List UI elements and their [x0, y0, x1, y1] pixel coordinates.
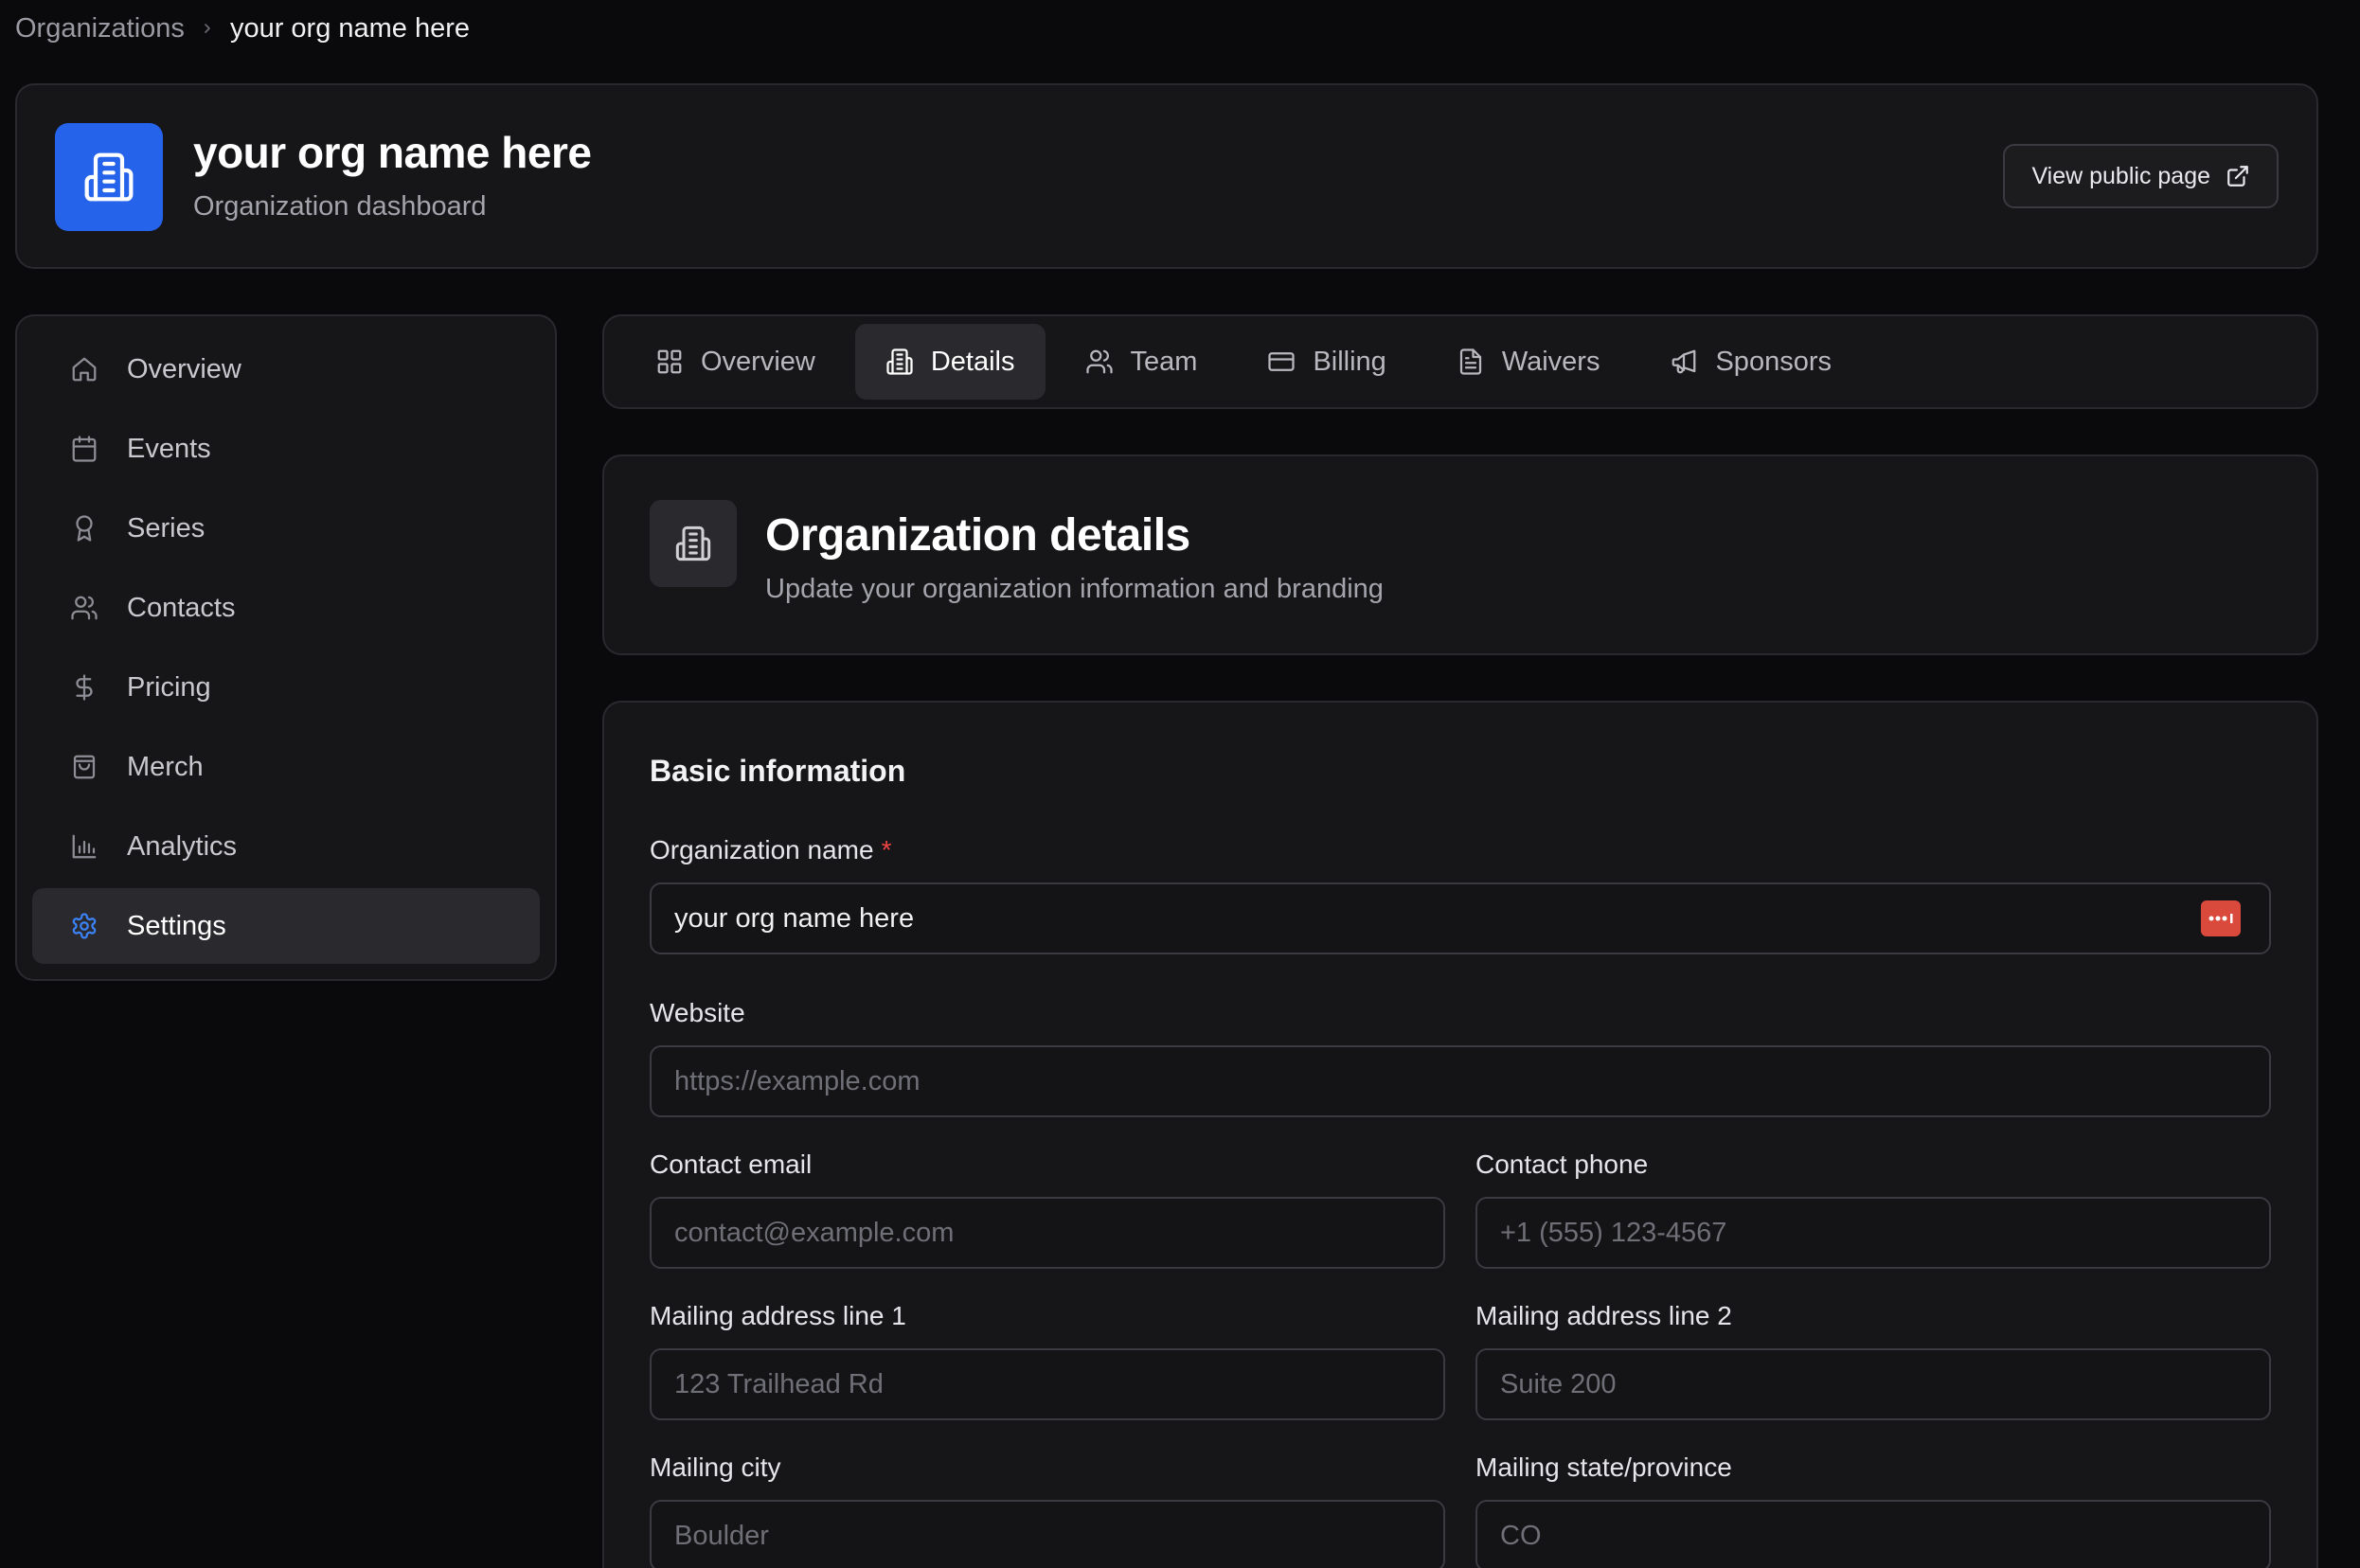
details-header-card: Organization details Update your organiz…: [602, 454, 2318, 655]
dollar-icon: [70, 673, 98, 702]
sidebar-item-series[interactable]: Series: [32, 490, 540, 566]
mailing-city-input[interactable]: [650, 1500, 1445, 1568]
contact-email-input[interactable]: [650, 1197, 1445, 1269]
tab-label: Billing: [1313, 346, 1386, 377]
address-line-1-input[interactable]: [650, 1348, 1445, 1420]
sidebar-item-label: Pricing: [127, 671, 211, 703]
tab-label: Details: [930, 346, 1015, 377]
breadcrumb-organizations-link[interactable]: Organizations: [15, 13, 185, 45]
address-line-1-label: Mailing address line 1: [650, 1301, 906, 1330]
org-name-label-text: Organization name: [650, 835, 874, 864]
website-input[interactable]: [650, 1045, 2271, 1117]
view-public-page-label: View public page: [2031, 162, 2210, 189]
contact-email-label: Contact email: [650, 1149, 813, 1179]
tab-team[interactable]: Team: [1055, 324, 1228, 400]
tab-overview[interactable]: Overview: [625, 324, 846, 400]
document-icon: [1457, 347, 1485, 376]
required-mark: *: [881, 835, 892, 864]
sidebar-item-label: Series: [127, 512, 206, 543]
org-logo: [55, 123, 163, 231]
sidebar-item-label: Overview: [127, 353, 241, 384]
sidebar-item-label: Settings: [127, 910, 226, 941]
building-icon: [650, 500, 737, 587]
tab-bar: Overview Details Team Billing Waivers Sp…: [602, 314, 2318, 409]
breadcrumb: Organizations your org name here: [15, 9, 470, 47]
org-name-input[interactable]: [650, 882, 2271, 954]
tab-details[interactable]: Details: [854, 324, 1046, 400]
tab-billing[interactable]: Billing: [1237, 324, 1416, 400]
home-icon: [70, 355, 98, 383]
building-icon: [82, 151, 135, 204]
password-manager-icon[interactable]: [2201, 900, 2241, 936]
megaphone-icon: [1670, 347, 1698, 376]
users-icon: [1085, 347, 1114, 376]
breadcrumb-current: your org name here: [229, 12, 471, 44]
tab-sponsors[interactable]: Sponsors: [1639, 324, 1862, 400]
tab-label: Team: [1130, 346, 1198, 377]
award-icon: [70, 514, 98, 543]
grid-icon: [655, 347, 684, 376]
sidebar-item-merch[interactable]: Merch: [32, 729, 540, 805]
sidebar-item-label: Contacts: [127, 592, 236, 623]
tab-label: Sponsors: [1715, 346, 1832, 377]
sidebar-item-contacts[interactable]: Contacts: [32, 570, 540, 646]
tab-waivers[interactable]: Waivers: [1426, 324, 1631, 400]
sidebar-item-settings[interactable]: Settings: [32, 888, 540, 964]
sidebar-item-label: Merch: [127, 751, 204, 782]
users-icon: [70, 594, 98, 622]
sidebar-item-analytics[interactable]: Analytics: [32, 809, 540, 884]
details-subtitle: Update your organization information and…: [765, 574, 1384, 604]
mailing-state-input[interactable]: [1475, 1500, 2271, 1568]
external-link-icon: [2226, 164, 2250, 188]
sidebar-item-overview[interactable]: Overview: [32, 331, 540, 407]
view-public-page-button[interactable]: View public page: [2003, 144, 2279, 208]
section-title: Basic information: [650, 754, 906, 788]
tab-label: Waivers: [1501, 346, 1600, 377]
address-line-2-label: Mailing address line 2: [1475, 1301, 1732, 1330]
chevron-right-icon: [200, 21, 215, 36]
org-header: your org name here Organization dashboar…: [15, 83, 2318, 269]
credit-card-icon: [1267, 347, 1296, 376]
contact-phone-input[interactable]: [1475, 1197, 2271, 1269]
shopping-bag-icon: [70, 753, 98, 781]
sidebar-item-label: Events: [127, 433, 211, 464]
calendar-icon: [70, 435, 98, 463]
org-name-label: Organization name *: [650, 835, 891, 865]
website-label: Website: [650, 998, 745, 1027]
address-line-2-input[interactable]: [1475, 1348, 2271, 1420]
sidebar-item-pricing[interactable]: Pricing: [32, 650, 540, 725]
contact-phone-label: Contact phone: [1475, 1149, 1649, 1179]
sidebar-item-label: Analytics: [127, 830, 238, 862]
mailing-city-label: Mailing city: [650, 1452, 781, 1482]
details-title: Organization details: [765, 510, 1190, 561]
org-subtitle: Organization dashboard: [193, 191, 487, 222]
sidebar-item-events[interactable]: Events: [32, 411, 540, 487]
tab-label: Overview: [701, 346, 815, 377]
building-icon: [885, 347, 914, 376]
mailing-state-label: Mailing state/province: [1475, 1452, 1732, 1482]
sidebar: Overview Events Series Contacts Pricing …: [15, 314, 557, 981]
org-title: your org name here: [193, 128, 592, 177]
gear-icon: [70, 912, 98, 940]
basic-information-card: Basic information Organization name* Web…: [602, 701, 2318, 1568]
bar-chart-icon: [70, 832, 98, 861]
